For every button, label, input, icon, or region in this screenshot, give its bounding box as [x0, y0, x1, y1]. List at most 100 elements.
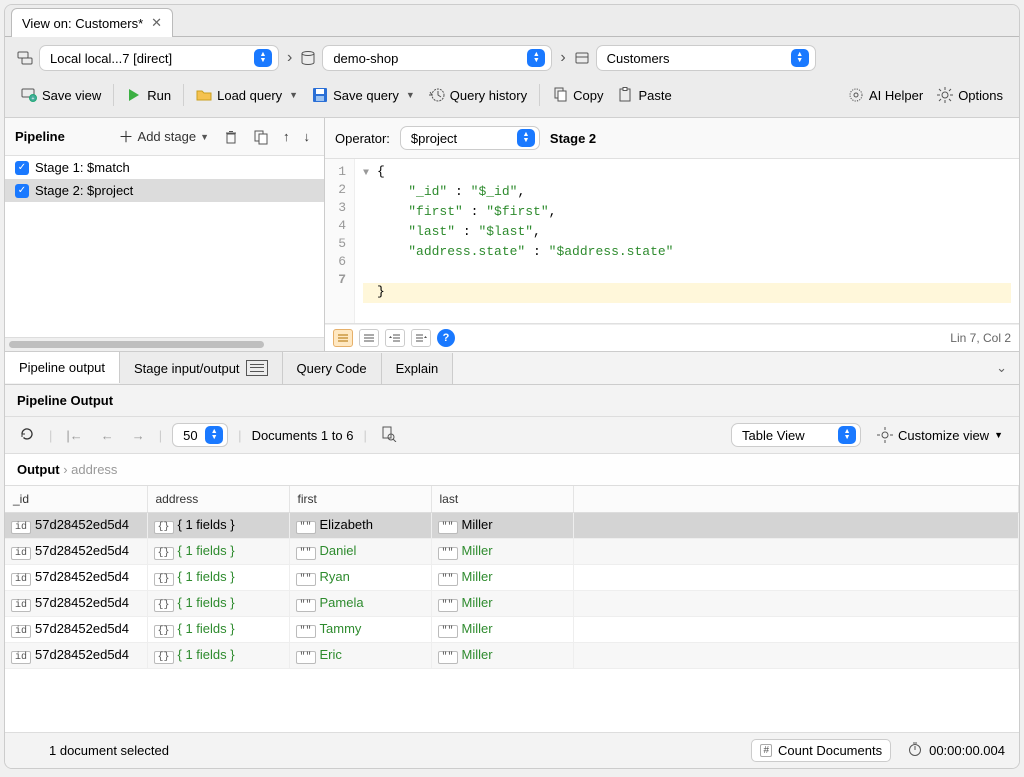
- table-cell[interactable]: id57d28452ed5d4: [5, 565, 147, 591]
- table-cell[interactable]: id57d28452ed5d4: [5, 513, 147, 539]
- chevron-updown-icon: ▲▼: [527, 49, 545, 67]
- table-cell[interactable]: {}{ 1 fields }: [147, 539, 289, 565]
- duplicate-stage-button[interactable]: [249, 127, 273, 147]
- document-tab[interactable]: View on: Customers* ✕: [11, 8, 173, 37]
- table-cell[interactable]: id57d28452ed5d4: [5, 591, 147, 617]
- cell-value: Miller: [462, 621, 493, 636]
- pipeline-panel: Pipeline ＋ Add stage ▼: [5, 118, 325, 351]
- format-highlight-button[interactable]: [333, 329, 353, 347]
- code-editor[interactable]: 1234567 ▼{ "_id" : "$_id", "first" : "$f…: [325, 159, 1019, 324]
- horizontal-scrollbar[interactable]: [5, 337, 324, 351]
- table-cell[interactable]: ""Miller: [431, 513, 573, 539]
- table-cell[interactable]: ""Miller: [431, 565, 573, 591]
- prev-page-button[interactable]: ←: [97, 426, 118, 445]
- table-cell[interactable]: ""Tammy: [289, 617, 431, 643]
- column-header[interactable]: last: [431, 486, 573, 513]
- ai-icon: [848, 87, 864, 103]
- tab-query-code[interactable]: Query Code: [283, 353, 382, 384]
- table-row[interactable]: id57d28452ed5d4{}{ 1 fields }""Elizabeth…: [5, 513, 1019, 539]
- page-size-select[interactable]: 50 ▲▼: [172, 423, 228, 447]
- format-plain-button[interactable]: [359, 329, 379, 347]
- indent-left-button[interactable]: [385, 329, 405, 347]
- table-cell[interactable]: ""Eric: [289, 643, 431, 669]
- delete-stage-button[interactable]: [219, 127, 243, 147]
- close-icon[interactable]: ✕: [151, 15, 162, 31]
- tab-pipeline-output[interactable]: Pipeline output: [5, 351, 120, 383]
- table-cell[interactable]: {}{ 1 fields }: [147, 643, 289, 669]
- customize-view-button[interactable]: Customize view ▼: [871, 423, 1009, 447]
- cell-value: Elizabeth: [320, 517, 373, 532]
- type-badge: {}: [154, 573, 174, 586]
- table-row[interactable]: id57d28452ed5d4{}{ 1 fields }""Pamela""M…: [5, 591, 1019, 617]
- table-cell[interactable]: {}{ 1 fields }: [147, 591, 289, 617]
- cell-value: Miller: [462, 517, 493, 532]
- indent-right-button[interactable]: [411, 329, 431, 347]
- table-cell[interactable]: ""Miller: [431, 643, 573, 669]
- stage-checkbox[interactable]: ✓: [15, 161, 29, 175]
- table-cell[interactable]: ""Daniel: [289, 539, 431, 565]
- arrow-down-icon: ↓: [304, 129, 311, 144]
- middle-split: Pipeline ＋ Add stage ▼: [5, 118, 1019, 352]
- table-cell[interactable]: ""Ryan: [289, 565, 431, 591]
- table-cell[interactable]: ""Miller: [431, 617, 573, 643]
- stage-checkbox[interactable]: ✓: [15, 184, 29, 198]
- options-button[interactable]: Options: [931, 83, 1009, 107]
- table-cell[interactable]: ""Elizabeth: [289, 513, 431, 539]
- column-header[interactable]: first: [289, 486, 431, 513]
- line-gutter: 1234567: [325, 159, 355, 323]
- collection-select[interactable]: Customers ▲▼: [596, 45, 816, 71]
- table-row[interactable]: id57d28452ed5d4{}{ 1 fields }""Daniel""M…: [5, 539, 1019, 565]
- count-documents-button[interactable]: # Count Documents: [751, 739, 891, 762]
- type-badge: "": [438, 547, 458, 560]
- stage-item[interactable]: ✓Stage 2: $project: [5, 179, 324, 202]
- find-button[interactable]: [377, 424, 401, 447]
- operator-select[interactable]: $project ▲▼: [400, 126, 540, 150]
- save-view-button[interactable]: + Save view: [15, 83, 107, 107]
- table-cell[interactable]: ""Miller: [431, 539, 573, 565]
- table-cell[interactable]: id57d28452ed5d4: [5, 539, 147, 565]
- table-row[interactable]: id57d28452ed5d4{}{ 1 fields }""Tammy""Mi…: [5, 617, 1019, 643]
- result-grid[interactable]: _idaddressfirstlast id57d28452ed5d4{}{ 1…: [5, 486, 1019, 733]
- load-query-button[interactable]: Load query ▼: [190, 83, 304, 107]
- next-page-button[interactable]: →: [128, 426, 149, 445]
- tab-explain[interactable]: Explain: [382, 353, 454, 384]
- refresh-button[interactable]: [15, 424, 39, 447]
- table-cell[interactable]: {}{ 1 fields }: [147, 513, 289, 539]
- cell-value: { 1 fields }: [178, 569, 235, 584]
- code-content[interactable]: ▼{ "_id" : "$_id", "first" : "$first", "…: [355, 159, 1019, 323]
- column-header[interactable]: address: [147, 486, 289, 513]
- collection-value: Customers: [607, 51, 670, 66]
- database-select[interactable]: demo-shop ▲▼: [322, 45, 552, 71]
- tab-label: Query Code: [297, 361, 367, 376]
- table-cell-blank: [573, 565, 1019, 591]
- view-mode-select[interactable]: Table View ▲▼: [731, 423, 861, 447]
- stopwatch-icon: [907, 741, 923, 760]
- query-history-button[interactable]: Query history: [423, 83, 533, 107]
- table-row[interactable]: id57d28452ed5d4{}{ 1 fields }""Eric""Mil…: [5, 643, 1019, 669]
- table-cell[interactable]: {} { 1 fields }: [147, 565, 289, 591]
- table-cell[interactable]: ""Miller: [431, 591, 573, 617]
- move-up-button[interactable]: ↑: [279, 127, 294, 146]
- stage-item[interactable]: ✓Stage 1: $match: [5, 156, 324, 179]
- connection-select[interactable]: Local local...7 [direct] ▲▼: [39, 45, 279, 71]
- copy-button[interactable]: Copy: [546, 83, 609, 107]
- ai-helper-button[interactable]: AI Helper: [842, 83, 929, 107]
- save-query-button[interactable]: Save query ▼: [306, 83, 421, 107]
- first-page-button[interactable]: |←: [62, 426, 86, 445]
- tab-stage-io[interactable]: Stage input/output: [120, 352, 283, 384]
- column-header[interactable]: _id: [5, 486, 147, 513]
- help-icon[interactable]: ?: [437, 329, 455, 347]
- table-row[interactable]: id57d28452ed5d4 {} { 1 fields } ""Ryan""Mil…: [5, 565, 1019, 591]
- database-icon: [300, 50, 316, 66]
- column-header-blank: [573, 486, 1019, 513]
- run-button[interactable]: Run: [120, 83, 177, 107]
- table-cell[interactable]: id57d28452ed5d4: [5, 643, 147, 669]
- table-cell[interactable]: id57d28452ed5d4: [5, 617, 147, 643]
- collapse-button[interactable]: ⌄: [984, 360, 1019, 376]
- add-stage-button[interactable]: ＋ Add stage ▼: [115, 124, 213, 149]
- paste-button[interactable]: Paste: [611, 83, 677, 107]
- table-cell[interactable]: ""Pamela: [289, 591, 431, 617]
- table-cell[interactable]: {}{ 1 fields }: [147, 617, 289, 643]
- customize-view-label: Customize view: [898, 428, 989, 443]
- move-down-button[interactable]: ↓: [300, 127, 315, 146]
